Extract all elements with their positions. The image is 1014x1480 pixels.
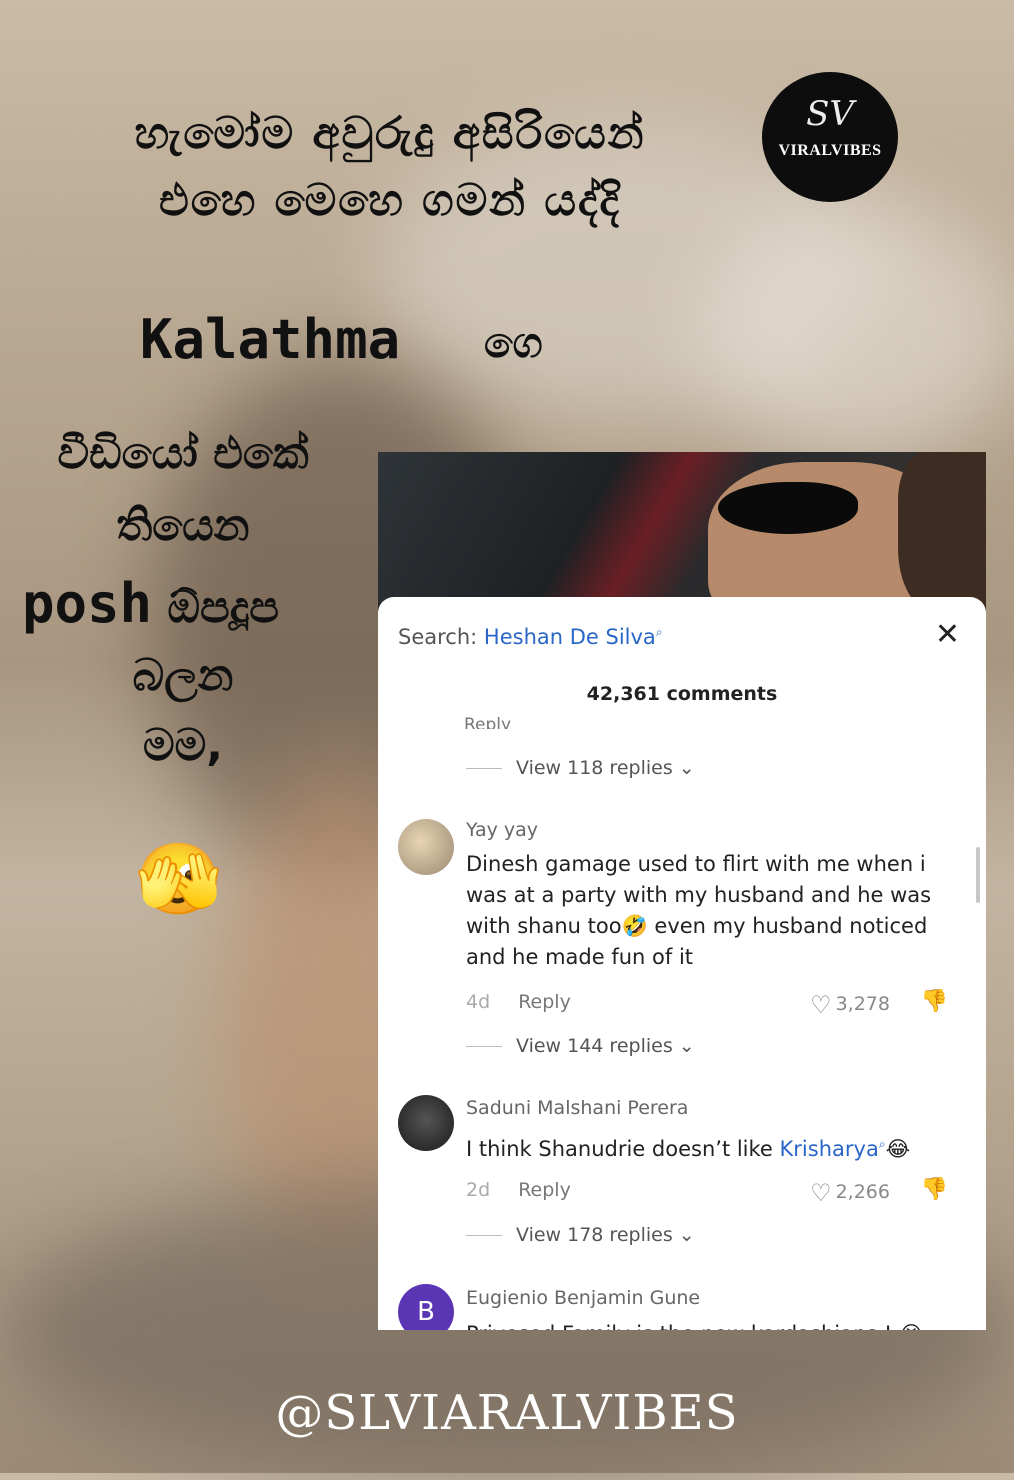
like-button[interactable]: ♡ 2,266: [810, 1179, 890, 1207]
view-replies-button[interactable]: View 144 replies ⌄: [466, 1035, 695, 1057]
heart-icon: ♡: [810, 1179, 832, 1207]
view-replies-label: View 118 replies: [516, 757, 673, 779]
caption-left-1: වීඩියෝ එකේ: [57, 428, 309, 479]
avatar[interactable]: [398, 819, 454, 875]
caption-left-5: මම,: [143, 720, 223, 771]
search-icon[interactable]: ⌕: [656, 625, 663, 639]
account-handle: @SLVIARALVIBES: [275, 1385, 739, 1441]
mention-link[interactable]: Krisharya: [780, 1137, 879, 1161]
hair-image: [898, 452, 986, 612]
scrollbar[interactable]: [976, 847, 980, 903]
sunglasses-image: [718, 482, 858, 534]
truncated-row: Reply: [464, 715, 512, 729]
view-replies-label: View 178 replies: [516, 1224, 673, 1246]
comment-text: Dinesh gamage used to flirt with me when…: [466, 852, 932, 969]
reply-button[interactable]: Reply: [518, 991, 571, 1013]
viralvibes-logo: SV VIRALVIBES: [762, 72, 898, 202]
comment-text-start: I think Shanudrie doesn’t like: [466, 1137, 780, 1161]
comment-text-end: 😂: [885, 1137, 911, 1161]
caption-left-4: බලන: [132, 650, 234, 701]
background-blur: [700, 200, 1014, 460]
comment-author[interactable]: Eugienio Benjamin Gune: [466, 1287, 700, 1309]
peeking-emoji-icon: 🫣: [135, 838, 223, 920]
reply-button[interactable]: Reply: [518, 1179, 571, 1201]
like-button[interactable]: ♡ 3,278: [810, 991, 890, 1019]
logo-name: VIRALVIBES: [778, 142, 882, 159]
view-replies-button[interactable]: View 178 replies ⌄: [466, 1224, 695, 1246]
close-icon[interactable]: ✕: [935, 617, 960, 652]
comment-age: 4d: [466, 991, 491, 1013]
dislike-icon[interactable]: 👎: [921, 989, 948, 1014]
search-query[interactable]: Heshan De Silva: [484, 625, 656, 649]
caption-line-2: එහෙ මෙහෙ ගමන් යද්දි: [158, 175, 622, 226]
comments-screenshot: Search: Heshan De Silva⌕ ✕ 42,361 commen…: [378, 452, 986, 1330]
avatar[interactable]: [398, 1095, 454, 1151]
video-frame: [378, 452, 986, 632]
caption-left-2: තියෙන: [116, 500, 250, 551]
comment-text: Privesed Family is the new kardashians !…: [466, 1319, 966, 1330]
caption-left-3: posh ඕපදූප: [22, 572, 352, 635]
comment-meta: 2d Reply ♡ 2,266 👎: [466, 1177, 966, 1207]
search-label: Search:: [398, 625, 478, 649]
logo-monogram: SV: [806, 94, 854, 134]
comment-author[interactable]: Yay yay: [466, 819, 538, 841]
search-icon[interactable]: ⌕: [879, 1137, 886, 1151]
comment-age: 2d: [466, 1179, 491, 1201]
avatar[interactable]: B: [398, 1284, 454, 1330]
comment-text: I think Shanudrie doesn’t like Krisharya…: [466, 1129, 966, 1165]
like-count: 2,266: [835, 1181, 890, 1203]
caption-name-suffix: ගෙ: [484, 318, 543, 367]
view-replies-button[interactable]: View 118 replies ⌄: [466, 757, 695, 779]
dislike-icon[interactable]: 👎: [921, 1177, 948, 1202]
comments-sheet: Search: Heshan De Silva⌕ ✕ 42,361 commen…: [378, 597, 986, 1330]
search-row[interactable]: Search: Heshan De Silva⌕: [398, 625, 663, 649]
view-replies-label: View 144 replies: [516, 1035, 673, 1057]
comment-meta: 4d Reply ♡ 3,278 👎: [466, 989, 966, 1019]
caption-posh: posh: [22, 572, 153, 635]
caption-left-3-text: ඕපදූප: [167, 582, 280, 633]
comment-count: 42,361 comments: [586, 683, 778, 705]
heart-icon: ♡: [810, 991, 832, 1019]
caption-name: Kalathma: [140, 308, 401, 371]
like-count: 3,278: [835, 993, 890, 1015]
comment-author[interactable]: Saduni Malshani Perera: [466, 1097, 688, 1119]
caption-line-1: හැමෝම අවුරුදු අසිරියෙන්: [134, 108, 646, 159]
